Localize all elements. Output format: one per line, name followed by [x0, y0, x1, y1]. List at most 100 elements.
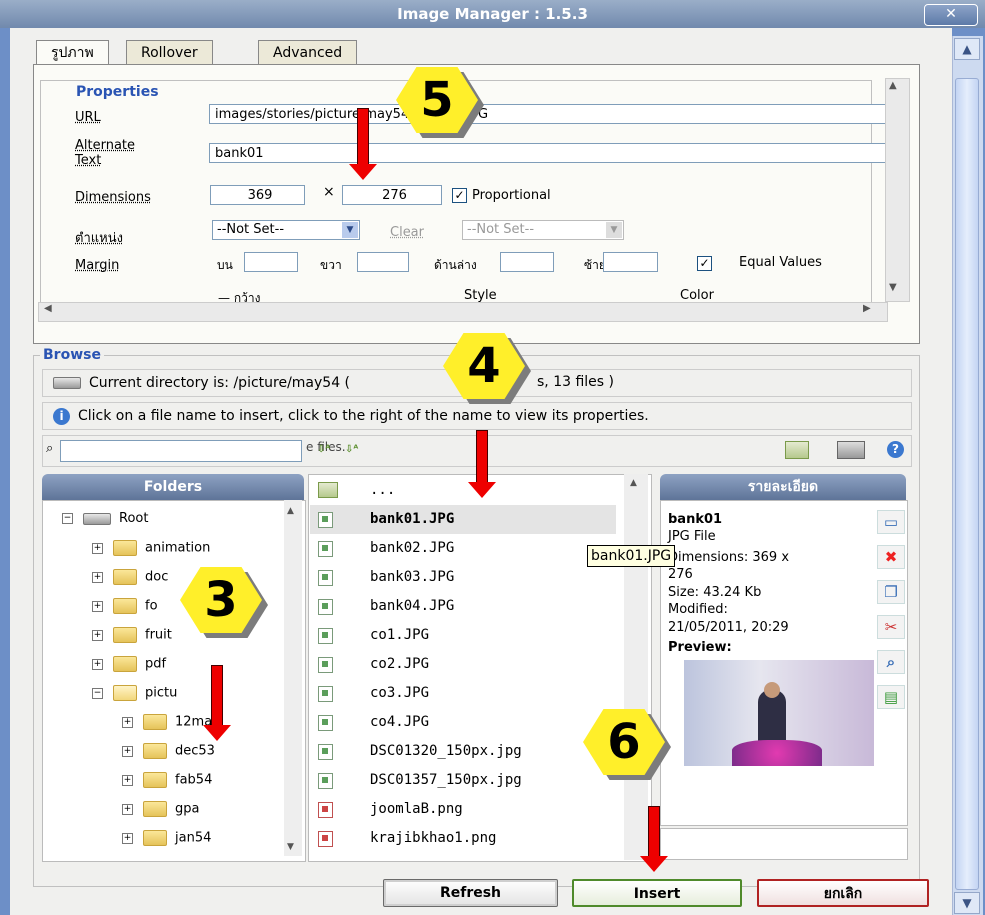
file-row-co4[interactable]: co4.JPG	[310, 708, 616, 737]
height-input[interactable]: 276	[342, 185, 442, 205]
expand-icon[interactable]: +	[122, 745, 133, 757]
tree-folder-doc[interactable]: + doc	[92, 569, 168, 585]
file-row-bank03[interactable]: bank03.JPG	[310, 563, 616, 592]
width-input[interactable]: 369	[210, 185, 305, 205]
file-name: DSC01357_150px.jpg	[370, 772, 522, 788]
file-name: bank02.JPG	[370, 540, 455, 556]
margin-top-label: บน	[217, 258, 233, 272]
file-row-co3[interactable]: co3.JPG	[310, 679, 616, 708]
tree-folder-animation[interactable]: + animation	[92, 540, 210, 556]
refresh-button[interactable]: Refresh	[383, 879, 558, 907]
scroll-thumb[interactable]	[955, 78, 979, 890]
insert-file-icon[interactable]: ▤	[877, 685, 905, 709]
folders-scrollbar[interactable]	[284, 500, 302, 856]
tree-folder-fab54[interactable]: + fab54	[122, 772, 212, 788]
image-file-icon	[318, 715, 333, 731]
expand-icon[interactable]: +	[92, 571, 103, 583]
margin-top-input[interactable]	[244, 252, 298, 272]
proportional-checkbox[interactable]: ✓	[452, 188, 467, 203]
file-row-joomlab[interactable]: joomlaB.png	[310, 795, 616, 824]
properties-vscroll[interactable]	[885, 78, 910, 302]
clear-select[interactable]: --Not Set-- ▼	[462, 220, 624, 240]
red-arrow-icon	[640, 806, 668, 872]
tab-rollover[interactable]: Rollover	[126, 40, 213, 65]
folder-icon	[143, 772, 167, 788]
scroll-up-icon[interactable]: ▲	[889, 80, 897, 91]
tree-folder-gpa[interactable]: + gpa	[122, 801, 199, 817]
file-row-dsc01320[interactable]: DSC01320_150px.jpg	[310, 737, 616, 766]
expand-icon[interactable]: +	[122, 774, 133, 786]
expand-icon[interactable]: +	[122, 716, 133, 728]
file-row-bank02[interactable]: bank02.JPG	[310, 534, 616, 563]
delete-icon[interactable]: ✖	[877, 545, 905, 569]
files-scrollbar[interactable]	[624, 474, 648, 860]
image-file-icon	[318, 802, 333, 818]
scroll-up-icon[interactable]: ▲	[954, 38, 980, 60]
margin-bottom-input[interactable]	[500, 252, 554, 272]
insert-button[interactable]: Insert	[572, 879, 742, 907]
tree-folder-picture[interactable]: − pictu	[92, 685, 177, 701]
properties-hscroll[interactable]	[38, 302, 888, 322]
sort-za-icon[interactable]: ⇩ᴬ	[345, 444, 358, 455]
file-row-co2[interactable]: co2.JPG	[310, 650, 616, 679]
expand-icon[interactable]: +	[122, 803, 133, 815]
tree-folder-jan54[interactable]: + jan54	[122, 830, 211, 846]
margin-left-input[interactable]	[603, 252, 658, 272]
properties-legend: Properties	[73, 84, 162, 100]
red-arrow-icon	[203, 665, 231, 741]
rename-icon[interactable]: ▭	[877, 510, 905, 534]
file-row-krajibkhao1[interactable]: krajibkhao1.png	[310, 824, 616, 853]
expand-icon[interactable]: +	[92, 629, 103, 641]
tree-folder-fo[interactable]: + fo	[92, 598, 158, 614]
scroll-up-icon[interactable]: ▲	[630, 478, 637, 488]
expand-icon[interactable]: +	[122, 832, 133, 844]
cancel-button[interactable]: ยกเลิก	[757, 879, 929, 907]
file-name: bank01.JPG	[370, 511, 455, 527]
cut-icon[interactable]: ✂	[877, 615, 905, 639]
close-button[interactable]: ✕	[924, 4, 978, 26]
align-select-value: --Not Set--	[217, 222, 285, 237]
upload-icon[interactable]	[837, 441, 865, 459]
file-row-dsc01357[interactable]: DSC01357_150px.jpg	[310, 766, 616, 795]
scroll-left-icon[interactable]: ◀	[44, 303, 52, 314]
file-row-co1[interactable]: co1.JPG	[310, 621, 616, 650]
new-folder-icon[interactable]	[785, 441, 809, 459]
folder-icon	[143, 743, 167, 759]
equal-values-checkbox[interactable]: ✓	[697, 256, 712, 271]
zoom-icon[interactable]: ⌕	[877, 650, 905, 674]
tree-folder-pdf[interactable]: + pdf	[92, 656, 166, 672]
sort-az-icon[interactable]: ⇩ᴬ	[317, 444, 330, 455]
search-input[interactable]	[60, 440, 302, 462]
details-preview-label: Preview:	[668, 640, 732, 655]
expand-icon[interactable]: +	[92, 658, 103, 670]
folder-up-icon	[318, 482, 338, 498]
alt-text-input[interactable]: bank01	[209, 143, 889, 163]
tab-advanced[interactable]: Advanced	[258, 40, 358, 65]
tree-root[interactable]: − Root	[62, 511, 148, 526]
image-file-icon	[318, 599, 333, 615]
scroll-down-icon[interactable]: ▼	[889, 282, 897, 293]
tree-folder-fruit[interactable]: + fruit	[92, 627, 172, 643]
collapse-icon[interactable]: −	[92, 687, 103, 699]
collapse-icon[interactable]: −	[62, 513, 73, 524]
tree-folder-dec53[interactable]: + dec53	[122, 743, 215, 759]
margin-right-input[interactable]	[357, 252, 409, 272]
copy-icon[interactable]: ❐	[877, 580, 905, 604]
tab-image[interactable]: รูปภาพ	[36, 40, 109, 66]
tree-folder-label: dec53	[175, 743, 215, 759]
scroll-down-icon[interactable]: ▼	[954, 892, 980, 914]
scroll-down-icon[interactable]: ▼	[287, 842, 294, 852]
expand-icon[interactable]: +	[92, 542, 103, 554]
chevron-down-icon: ▼	[342, 222, 358, 238]
file-row-bank01[interactable]: bank01.JPG	[310, 505, 616, 534]
url-input[interactable]: images/stories/picture/may54/bank01.JPG	[209, 104, 889, 124]
tree-folder-label: doc	[145, 569, 169, 585]
scroll-right-icon[interactable]: ▶	[863, 303, 871, 314]
help-icon[interactable]: ?	[887, 441, 904, 458]
file-row-bank04[interactable]: bank04.JPG	[310, 592, 616, 621]
red-arrow-icon	[349, 108, 377, 180]
file-up-row[interactable]: ...	[310, 476, 616, 505]
scroll-up-icon[interactable]: ▲	[287, 506, 294, 516]
align-select[interactable]: --Not Set-- ▼	[212, 220, 360, 240]
expand-icon[interactable]: +	[92, 600, 103, 612]
